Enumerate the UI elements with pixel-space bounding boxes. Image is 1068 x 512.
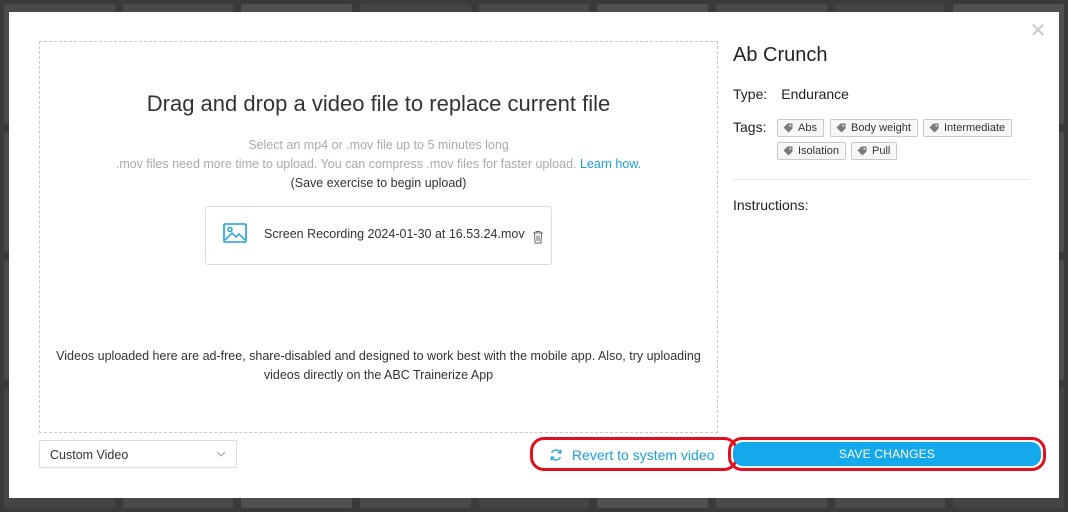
dropzone-mov-hint-text: .mov files need more time to upload. You… bbox=[115, 157, 577, 171]
save-changes-button[interactable]: SAVE CHANGES bbox=[733, 442, 1041, 466]
video-source-select[interactable]: Custom Video bbox=[39, 440, 237, 468]
dropzone-title: Drag and drop a video file to replace cu… bbox=[146, 91, 611, 116]
tag-chip: Pull bbox=[851, 142, 898, 160]
exercise-name: Ab Crunch bbox=[733, 44, 828, 66]
type-value: Endurance bbox=[781, 86, 849, 102]
tag-icon bbox=[836, 123, 846, 133]
file-name: Screen Recording 2024-01-30 at 16.53.24.… bbox=[264, 227, 525, 241]
tag-chip: Isolation bbox=[777, 142, 846, 160]
video-dropzone[interactable]: Drag and drop a video file to replace cu… bbox=[39, 41, 718, 433]
dropzone-format-hint: Select an mp4 or .mov file up to 5 minut… bbox=[248, 138, 509, 152]
tag-chip: Abs bbox=[777, 119, 824, 137]
divider bbox=[733, 179, 1029, 180]
trash-icon[interactable] bbox=[532, 230, 544, 244]
chevron-down-icon bbox=[216, 451, 226, 457]
upload-note-line2: videos directly on the ABC Trainerize Ap… bbox=[263, 368, 494, 382]
tag-icon bbox=[783, 146, 793, 156]
exercise-type-row: Type: Endurance bbox=[733, 86, 849, 102]
revert-label: Revert to system video bbox=[572, 447, 715, 463]
tag-label: Isolation bbox=[798, 145, 839, 157]
video-source-value: Custom Video bbox=[50, 448, 129, 462]
tag-icon bbox=[857, 146, 867, 156]
tags-label: Tags: bbox=[733, 119, 767, 135]
revert-to-system-video-button[interactable]: Revert to system video bbox=[549, 446, 714, 464]
tag-label: Abs bbox=[798, 122, 817, 134]
image-icon bbox=[223, 223, 247, 243]
upload-note-line1: Videos uploaded here are ad-free, share-… bbox=[56, 349, 701, 363]
edit-video-modal: ✕ Drag and drop a video file to replace … bbox=[9, 12, 1059, 498]
refresh-icon bbox=[550, 449, 562, 461]
type-label: Type: bbox=[733, 86, 768, 102]
uploaded-file-card: Screen Recording 2024-01-30 at 16.53.24.… bbox=[205, 206, 552, 265]
learn-how-link[interactable]: Learn how. bbox=[580, 157, 641, 171]
tag-icon bbox=[783, 123, 793, 133]
tag-chip: Body weight bbox=[830, 119, 918, 137]
tag-label: Pull bbox=[872, 145, 891, 157]
dropzone-mov-hint: .mov files need more time to upload. You… bbox=[40, 157, 717, 171]
tag-label: Body weight bbox=[851, 122, 911, 134]
tag-icon bbox=[929, 123, 939, 133]
save-hint: (Save exercise to begin upload) bbox=[290, 176, 467, 190]
tag-chip: Intermediate bbox=[923, 119, 1013, 137]
close-icon[interactable]: ✕ bbox=[1029, 21, 1047, 41]
tag-label: Intermediate bbox=[944, 122, 1006, 134]
instructions-label: Instructions: bbox=[733, 197, 809, 213]
